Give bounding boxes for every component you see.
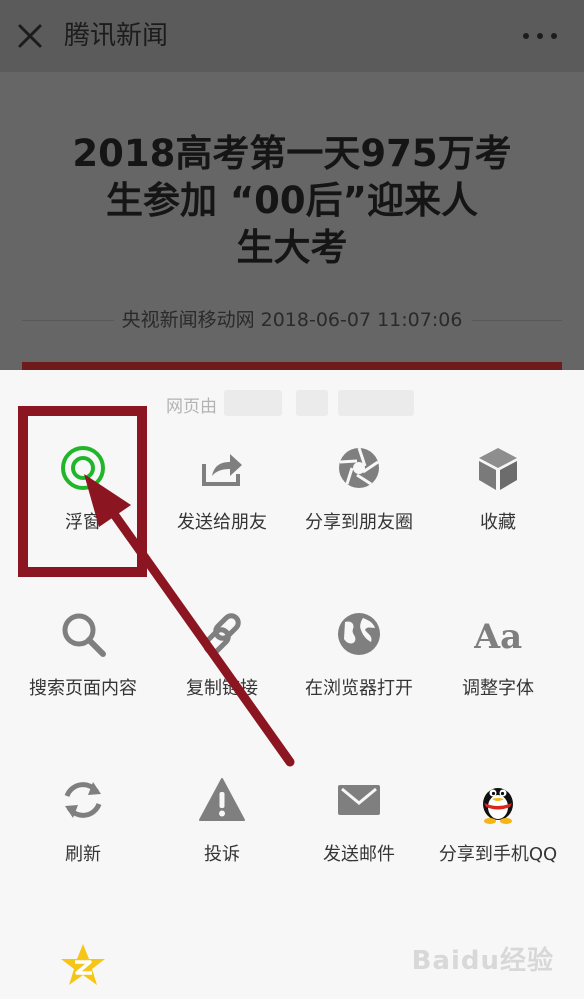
article-banner-edge: [22, 362, 562, 370]
menu-item-label: 在浏览器打开: [305, 678, 413, 699]
menu-item-label: 浮窗: [65, 512, 101, 533]
font-size-icon: Aa: [474, 617, 522, 657]
search-icon: [62, 613, 106, 657]
menu-item-label: 刷新: [65, 844, 101, 865]
warning-icon: [199, 778, 245, 821]
menu-item-send-mail[interactable]: 发送邮件: [286, 764, 432, 914]
font-size-glyph: Aa: [474, 617, 522, 657]
menu-item-label: 分享到手机QQ: [438, 844, 558, 865]
menu-item-label: 调整字体: [462, 678, 534, 699]
article-title-line: 生大考: [236, 226, 348, 269]
refresh-icon: [64, 782, 102, 818]
menu-item-copy-link[interactable]: 复制链接: [149, 598, 295, 748]
menu-item-moments[interactable]: 分享到朋友圈: [286, 432, 432, 582]
menu-item-refresh[interactable]: 刷新: [10, 764, 156, 914]
qzone-star-icon: [61, 944, 105, 985]
blurred-text: [338, 390, 414, 416]
close-icon[interactable]: [14, 20, 46, 52]
menu-item-label: 复制链接: [186, 678, 258, 699]
menu-item-favorite[interactable]: 收藏: [425, 432, 571, 582]
menu-item-label: 搜索页面内容: [29, 678, 137, 699]
share-arrow-icon: [202, 454, 242, 486]
menu-item-report[interactable]: 投诉: [149, 764, 295, 914]
favorite-cube-icon: [479, 448, 517, 490]
provider-text: 网页由: [166, 397, 217, 417]
article-preview: 2018高考第一天975万考 生参加 “00后”迎来人 生大考 央视新闻移动网 …: [0, 72, 584, 370]
menu-item-label: 分享到朋友圈: [305, 512, 413, 533]
article-title-line: 2018高考第一天975万考: [72, 132, 512, 175]
article-source: 央视新闻移动网 2018-06-07 11:07:06: [121, 309, 463, 331]
menu-item-qzone[interactable]: [10, 930, 156, 999]
blurred-text: [296, 390, 328, 416]
menu-item-share-qq[interactable]: 分享到手机QQ: [425, 764, 571, 914]
menu-item-label: 收藏: [480, 512, 516, 533]
browser-globe-icon: [338, 613, 380, 655]
menu-item-search-page[interactable]: 搜索页面内容: [10, 598, 156, 748]
share-sheet: 网页由 浮窗 发送给朋友 分享到朋友圈 收藏 搜索页面内容 复制链接 在浏览器打…: [0, 370, 584, 999]
menu-item-floating-window[interactable]: 浮窗: [10, 432, 156, 582]
floating-window-icon: [61, 446, 105, 490]
more-icon[interactable]: [522, 26, 558, 46]
article-title-line: 生参加 “00后”迎来人: [105, 179, 478, 222]
moments-aperture-icon: [339, 447, 379, 488]
baidu-watermark: Baidu经验: [411, 946, 554, 976]
page-title: 腾讯新闻: [64, 21, 169, 51]
link-icon: [203, 613, 241, 655]
menu-item-label: 发送给朋友: [177, 512, 267, 533]
menu-item-open-browser[interactable]: 在浏览器打开: [286, 598, 432, 748]
mail-icon: [338, 785, 380, 815]
menu-item-send-to-friend[interactable]: 发送给朋友: [149, 432, 295, 582]
article-title: 2018高考第一天975万考 生参加 “00后”迎来人 生大考: [40, 130, 544, 271]
qq-penguin-icon: [483, 788, 513, 824]
menu-item-label: 投诉: [204, 844, 240, 865]
menu-item-label: 发送邮件: [323, 844, 395, 865]
menu-item-font-size[interactable]: Aa 调整字体: [425, 598, 571, 748]
blurred-text: [224, 390, 282, 416]
top-bar: 腾讯新闻: [0, 0, 584, 72]
